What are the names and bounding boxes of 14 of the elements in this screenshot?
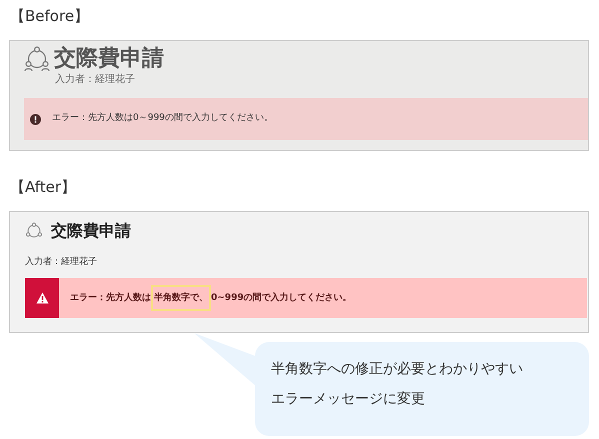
people-group-icon <box>25 222 43 240</box>
exclamation-icon <box>30 114 41 124</box>
error-message: エラー：先方人数は 半角数字で、 0~999の間で入力してください。 <box>67 282 355 314</box>
author-text: 入力者：経理花子 <box>25 256 98 268</box>
page-title: 交際費申請 <box>51 220 131 242</box>
page-title: 交際費申請 <box>54 45 164 73</box>
warning-icon <box>25 278 59 318</box>
author-text: 入力者：経理花子 <box>55 73 136 86</box>
people-group-icon <box>24 46 50 72</box>
error-message: エラー：先方人数は0～999の間で入力してください。 <box>52 112 273 126</box>
callout-text: 半角数字への修正が必要とわかりやすい <box>271 360 524 379</box>
callout-text: エラーメッセージに変更 <box>271 390 426 409</box>
section-label: 【After】 <box>10 177 78 197</box>
section-label: 【Before】 <box>10 6 90 26</box>
